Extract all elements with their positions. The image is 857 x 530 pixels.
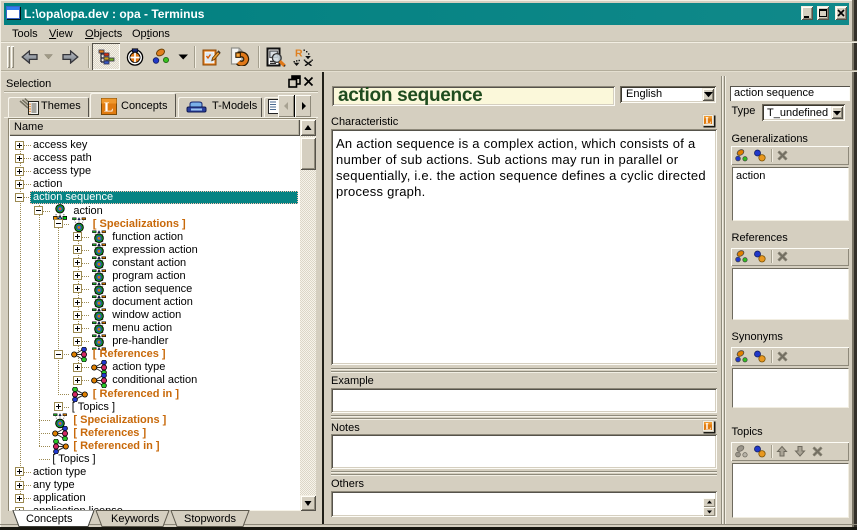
svg-text:R: R [295, 48, 303, 60]
svg-text:L: L [104, 101, 113, 116]
svg-text:Concepts: Concepts [26, 513, 73, 525]
svg-text:L: L [705, 116, 711, 126]
svg-text:Stopwords: Stopwords [184, 513, 236, 525]
svg-text:Keywords: Keywords [111, 513, 160, 525]
svg-text:L: L [705, 422, 711, 432]
